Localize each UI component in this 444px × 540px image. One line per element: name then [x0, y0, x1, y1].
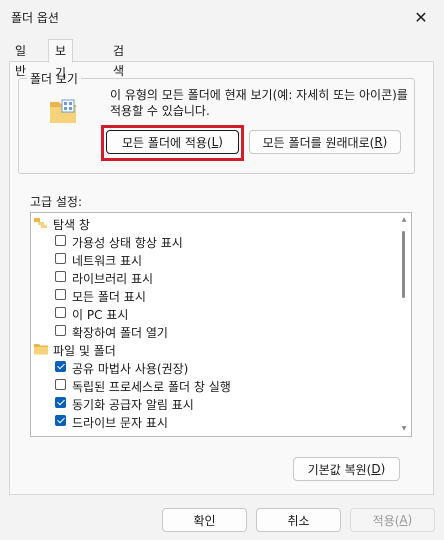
advanced-settings-label: 고급 설정: [30, 195, 83, 209]
tree-group-label: 탐색 창 [53, 218, 90, 232]
scroll-down-icon[interactable]: ▼ [400, 425, 408, 432]
checkbox[interactable] [55, 253, 66, 264]
list-item[interactable]: 독립된 프로세스로 폴더 창 실행 [31, 377, 391, 395]
restore-defaults-button[interactable]: 기본값 복원(D) [293, 457, 400, 481]
folder-view-description: 이 유형의 모든 폴더에 현재 보기(예: 자세히 또는 아이콘)를 적용할 수… [110, 88, 408, 118]
checkbox[interactable] [55, 271, 66, 282]
checkbox[interactable] [55, 289, 66, 300]
tab-view[interactable]: 보기 [48, 39, 74, 80]
list-item[interactable]: 확장하여 폴더 열기 [31, 323, 391, 341]
scroll-up-icon[interactable]: ▲ [400, 216, 408, 223]
checkbox[interactable] [55, 361, 66, 372]
option-label: 독립된 프로세스로 폴더 창 실행 [72, 380, 231, 394]
list-item[interactable]: 모든 폴더 표시 [31, 287, 391, 305]
checkbox[interactable] [55, 235, 66, 246]
navigation-pane-icon [34, 218, 47, 228]
tab-general[interactable]: 일반 [9, 41, 32, 78]
option-label: 이 PC 표시 [72, 308, 129, 322]
checkbox[interactable] [55, 415, 66, 426]
list-item[interactable]: 네트워크 표시 [31, 251, 391, 269]
list-item[interactable]: 이 PC 표시 [31, 305, 391, 323]
reset-folders-button[interactable]: 모든 폴더를 원래대로(R) [249, 130, 401, 154]
folder-view-title: 폴더 보기 [27, 70, 81, 87]
option-label: 네트워크 표시 [72, 254, 143, 268]
close-icon: ✕ [414, 7, 428, 27]
folder-icon [34, 344, 48, 355]
advanced-settings-list[interactable]: 탐색 창 가용성 상태 항상 표시 네트워크 표시 라이브러리 표시 모든 폴더… [30, 212, 412, 437]
tab-search[interactable]: 검색 [107, 41, 130, 78]
cancel-button[interactable]: 취소 [256, 508, 341, 532]
list-item[interactable]: 드라이브 문자 표시 [31, 413, 391, 431]
checkbox[interactable] [55, 397, 66, 408]
list-item[interactable]: 라이브러리 표시 [31, 269, 391, 287]
folder-options-dialog: 폴더 옵션 ✕ 일반 보기 검색 폴더 보기 이 유형의 모든 폴더에 현재 보… [0, 0, 444, 540]
scrollbar-thumb[interactable] [402, 231, 405, 298]
list-item[interactable]: 탐색 창 [31, 215, 391, 233]
checkbox[interactable] [55, 325, 66, 336]
window-title: 폴더 옵션 [11, 11, 59, 25]
option-label: 라이브러리 표시 [72, 272, 154, 286]
ok-button[interactable]: 확인 [162, 508, 247, 532]
list-item[interactable]: 가용성 상태 항상 표시 [31, 233, 391, 251]
option-label: 동기화 공급자 알림 표시 [72, 398, 194, 412]
option-label: 모든 폴더 표시 [72, 290, 146, 304]
apply-button[interactable]: 적용(A) [350, 508, 435, 532]
option-label: 확장하여 폴더 열기 [72, 326, 168, 340]
folder-view-icon [50, 99, 76, 123]
close-button[interactable]: ✕ [398, 0, 444, 34]
checkbox[interactable] [55, 307, 66, 318]
list-item[interactable]: 파일 및 폴더 [31, 341, 391, 359]
title-bar: 폴더 옵션 ✕ [0, 0, 444, 34]
list-item[interactable]: 공유 마법사 사용(권장) [31, 359, 391, 377]
option-label: 가용성 상태 항상 표시 [72, 236, 183, 250]
list-item[interactable]: 동기화 공급자 알림 표시 [31, 395, 391, 413]
option-label: 공유 마법사 사용(권장) [72, 362, 189, 376]
tree-group-label: 파일 및 폴더 [53, 344, 116, 358]
apply-to-all-folders-button[interactable]: 모든 폴더에 적용(L) [106, 130, 239, 154]
option-label: 드라이브 문자 표시 [72, 416, 168, 430]
checkbox[interactable] [55, 379, 66, 390]
